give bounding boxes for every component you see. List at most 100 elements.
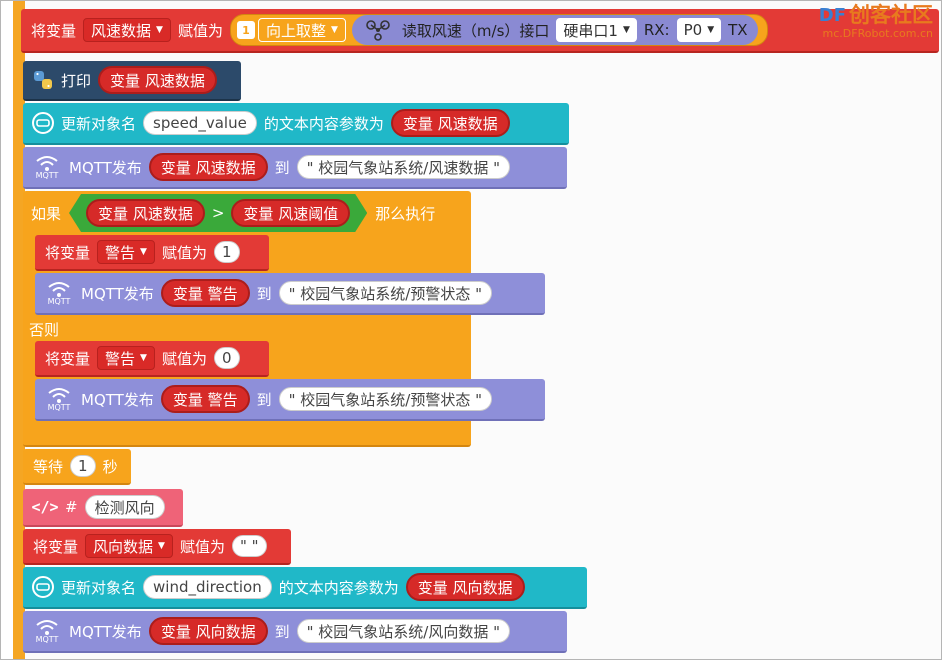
else-label: 否则 (29, 321, 60, 339)
wifi-icon: MQTT (29, 150, 65, 184)
assign-dir-block[interactable]: 将变量 风向数据 ▼ 赋值为 " " (23, 529, 291, 565)
assign-label: 赋值为 (161, 349, 207, 368)
chevron-down-icon: ▼ (158, 541, 165, 551)
var-reporter[interactable]: 变量 风速数据 (98, 66, 217, 94)
wait-block[interactable]: 等待 1 秒 (23, 449, 131, 485)
set-var-label: 将变量 (45, 349, 91, 368)
var-prefix: 变量 (160, 158, 191, 177)
chevron-down-icon: ▼ (622, 25, 630, 35)
python-icon (29, 66, 57, 94)
object-icon (29, 109, 57, 137)
wifi-icon: MQTT (41, 276, 77, 310)
number-field[interactable]: 1 (213, 241, 240, 263)
wifi-icon: MQTT (29, 614, 65, 648)
if-label: 如果 (31, 204, 62, 223)
print-block[interactable]: 打印 变量 风速数据 (23, 61, 241, 101)
var-prefix: 变量 (160, 622, 191, 641)
update-dir-block[interactable]: 更新对象名 wind_direction 的文本内容参数为 变量 风向数据 (23, 567, 587, 609)
topic-field[interactable]: " 校园气象站系统/风向数据 " (296, 619, 511, 643)
seconds-field[interactable]: 1 (70, 455, 96, 477)
var-reporter[interactable]: 变量 风向数据 (148, 617, 268, 645)
mqtt-publish-label: MQTT发布 (81, 284, 154, 303)
comment-block[interactable]: </> # 检测风向 (23, 489, 183, 527)
chevron-down-icon: ▼ (707, 25, 715, 35)
update-speed-block[interactable]: 更新对象名 speed_value 的文本内容参数为 变量 风速数据 (23, 103, 569, 145)
var-prefix: 变量 (243, 204, 274, 223)
then-label: 那么执行 (375, 204, 436, 223)
var-reporter[interactable]: 变量 风速数据 (390, 109, 510, 137)
number-field[interactable]: 0 (213, 347, 240, 369)
dropdown-value: 向上取整 (265, 21, 326, 40)
var-name: 风向数据 (195, 622, 256, 641)
watermark: DF 创客社区 mc.DFRobot.com.cn (819, 5, 933, 40)
set-var-label: 将变量 (31, 21, 77, 40)
update-label: 更新对象名 (61, 578, 137, 597)
text-param-label: 的文本内容参数为 (278, 578, 399, 597)
math-icon: 1 (236, 21, 255, 39)
assign-alarm-1-block[interactable]: 将变量 警告 ▼ 赋值为 1 (35, 235, 269, 271)
assign-alarm-0-block[interactable]: 将变量 警告 ▼ 赋值为 0 (35, 341, 269, 377)
port-dropdown[interactable]: 硬串口1 ▼ (556, 18, 637, 42)
blocks-workspace: 将变量 风速数据 ▼ 赋值为 1 向上取整 ▼ 读取风速（m/s）接口 硬串口1 ▼ … (0, 0, 942, 660)
dropdown-value: 警告 (105, 349, 136, 368)
compare-condition[interactable]: 变量 风速数据 > 变量 风速阈值 (69, 194, 367, 232)
var-reporter[interactable]: 变量 警告 (160, 279, 250, 307)
mqtt-publish-speed-block[interactable]: MQTT MQTT发布 变量 风速数据 到 " 校园气象站系统/风速数据 " (23, 147, 567, 189)
comment-text-field[interactable]: 检测风向 (84, 495, 165, 519)
right-var-reporter[interactable]: 变量 风速阈值 (231, 199, 350, 227)
assign-speed-block[interactable]: 将变量 风速数据 ▼ 赋值为 1 向上取整 ▼ 读取风速（m/s）接口 硬串口1 ▼ … (21, 9, 939, 53)
read-wind-speed-block[interactable]: 读取风速（m/s）接口 硬串口1 ▼ RX: P0 ▼ TX (351, 15, 758, 45)
watermark-title: DF 创客社区 (819, 5, 933, 26)
var-name: 风向数据 (452, 578, 513, 597)
var-reporter[interactable]: 变量 风速数据 (148, 153, 268, 181)
var-reporter[interactable]: 变量 警告 (160, 385, 250, 413)
assign-label: 赋值为 (179, 537, 225, 556)
var-dropdown-dir[interactable]: 风向数据 ▼ (85, 534, 173, 558)
chevron-down-icon: ▼ (156, 25, 163, 35)
to-label: 到 (256, 390, 272, 409)
topic-field[interactable]: " 校园气象站系统/风速数据 " (296, 155, 511, 179)
topic-field[interactable]: " 校园气象站系统/预警状态 " (278, 387, 493, 411)
if-header: 如果 变量 风速数据 > 变量 风速阈值 那么执行 (23, 191, 443, 235)
var-dropdown-alarm[interactable]: 警告 ▼ (97, 240, 155, 264)
var-name: 风速阈值 (278, 204, 339, 223)
update-label: 更新对象名 (61, 114, 137, 133)
mqtt-publish-label: MQTT发布 (69, 158, 142, 177)
chevron-down-icon: ▼ (140, 353, 147, 363)
object-name-field[interactable]: speed_value (143, 111, 257, 135)
round-func-dropdown[interactable]: 向上取整 ▼ (257, 18, 346, 42)
var-name: 警告 (207, 284, 238, 303)
rx-pin-dropdown[interactable]: P0 ▼ (676, 18, 722, 42)
mqtt-icon-text: MQTT (35, 634, 59, 644)
mqtt-icon-text: MQTT (47, 296, 71, 306)
round-up-block[interactable]: 1 向上取整 ▼ 读取风速（m/s）接口 硬串口1 ▼ RX: P0 ▼ TX (229, 14, 768, 46)
var-prefix: 变量 (417, 578, 448, 597)
chevron-down-icon: ▼ (330, 25, 338, 35)
object-name-field[interactable]: wind_direction (143, 575, 272, 599)
chevron-down-icon: ▼ (140, 247, 147, 257)
mqtt-publish-label: MQTT发布 (69, 622, 142, 641)
left-var-reporter[interactable]: 变量 风速数据 (86, 199, 205, 227)
var-prefix: 变量 (110, 71, 141, 90)
mqtt-publish-alarm-0-block[interactable]: MQTT MQTT发布 变量 警告 到 " 校园气象站系统/预警状态 " (35, 379, 545, 421)
var-dropdown-alarm[interactable]: 警告 ▼ (97, 346, 155, 370)
dfrobot-logo: DF (818, 4, 846, 26)
mqtt-publish-alarm-1-block[interactable]: MQTT MQTT发布 变量 警告 到 " 校园气象站系统/预警状态 " (35, 273, 545, 315)
mqtt-icon-text: MQTT (35, 170, 59, 180)
var-prefix: 变量 (172, 390, 203, 409)
var-reporter[interactable]: 变量 风向数据 (405, 573, 525, 601)
var-dropdown-speed[interactable]: 风速数据 ▼ (83, 18, 171, 42)
mqtt-publish-dir-block[interactable]: MQTT MQTT发布 变量 风向数据 到 " 校园气象站系统/风向数据 " (23, 611, 567, 653)
to-label: 到 (274, 158, 290, 177)
read-speed-label: 读取风速（m/s）接口 (401, 21, 550, 40)
topic-field[interactable]: " 校园气象站系统/预警状态 " (278, 281, 493, 305)
compare-operator: > (211, 204, 225, 222)
string-field[interactable]: " " (231, 535, 267, 557)
dropdown-value: 风向数据 (93, 537, 154, 556)
rx-label: RX: (643, 21, 670, 39)
object-icon (29, 573, 57, 601)
set-var-label: 将变量 (33, 537, 79, 556)
dropdown-value: 警告 (105, 243, 136, 262)
to-label: 到 (274, 622, 290, 641)
mqtt-publish-label: MQTT发布 (81, 390, 154, 409)
